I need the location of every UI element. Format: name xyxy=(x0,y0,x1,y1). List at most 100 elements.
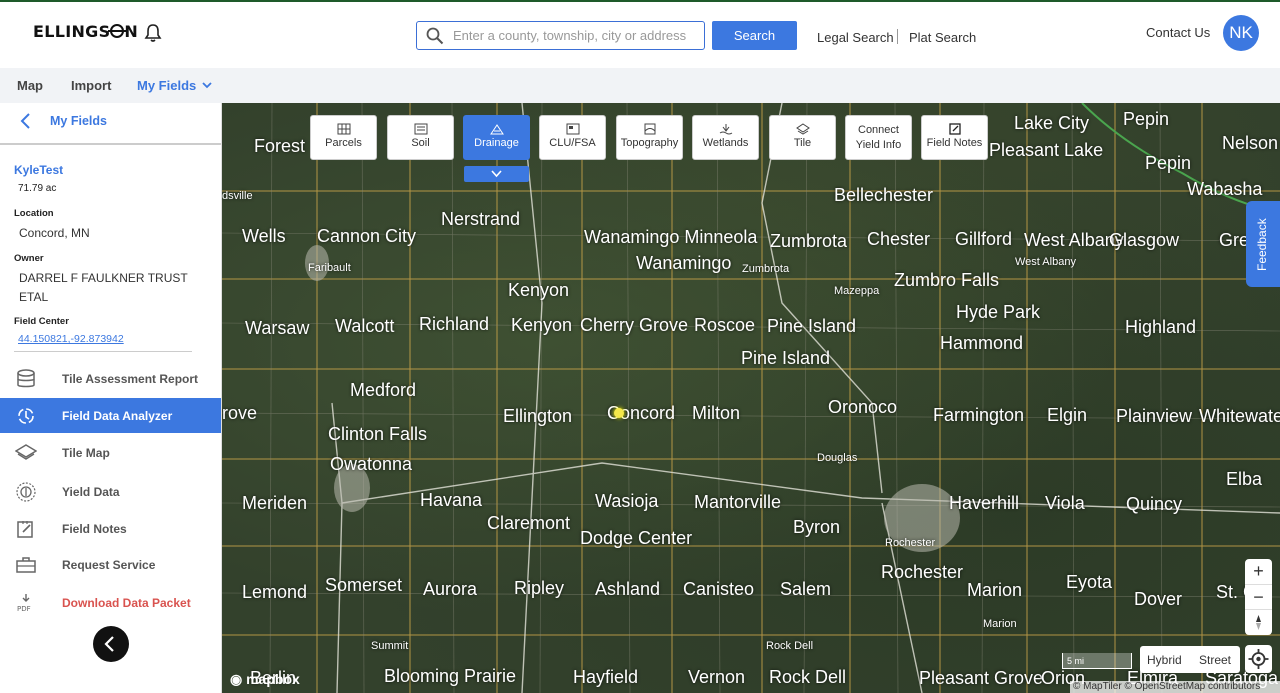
menu-tile-assessment-report[interactable]: Tile Assessment Report xyxy=(0,361,221,396)
compass-button[interactable] xyxy=(1245,609,1272,634)
map-label: Farmington xyxy=(933,405,1025,425)
map-label: Mantorville xyxy=(694,492,782,512)
sidebar-header: My Fields xyxy=(0,103,221,145)
map-label: Claremont xyxy=(487,513,571,533)
field-name[interactable]: KyleTest xyxy=(14,163,63,177)
grid-icon xyxy=(337,123,350,135)
user-avatar[interactable]: NK xyxy=(1223,15,1259,51)
zoom-controls: + − xyxy=(1245,559,1272,635)
legal-search-link[interactable]: Legal Search xyxy=(817,30,894,45)
map-label: Zumbrota xyxy=(742,263,790,275)
style-street-button[interactable]: Street xyxy=(1199,653,1231,667)
map-label: Byron xyxy=(793,517,841,537)
map-label: Kenyon xyxy=(508,280,570,300)
map-label: Nerstrand xyxy=(441,209,521,229)
mapbox-logo[interactable]: ◉ mapbox xyxy=(230,671,300,688)
layer-parcels-button[interactable]: Parcels xyxy=(310,115,377,160)
menu-label: Download Data Packet xyxy=(62,596,191,610)
plat-search-link[interactable]: Plat Search xyxy=(909,30,976,45)
map-label: Nelson xyxy=(1222,133,1279,153)
feedback-tab[interactable]: Feedback xyxy=(1246,201,1280,287)
search-input[interactable] xyxy=(453,22,698,48)
map-label: Marion xyxy=(967,580,1023,600)
map-canvas[interactable]: Forest Lake City Pepin Nelson Pleasant L… xyxy=(222,103,1280,693)
database-icon xyxy=(17,369,35,388)
map-label: Milton xyxy=(692,403,741,423)
connect-yield-info-button[interactable]: Connect Yield Info xyxy=(845,115,912,160)
menu-yield-data[interactable]: Yield Data xyxy=(0,474,221,509)
map-label: Roscoe xyxy=(694,315,756,335)
field-location-marker[interactable] xyxy=(614,408,624,418)
nav-import[interactable]: Import xyxy=(71,78,111,93)
search-box xyxy=(416,21,705,50)
contact-us-link[interactable]: Contact Us xyxy=(1146,25,1210,40)
map-style-toggle: Hybrid Street xyxy=(1140,646,1240,673)
map-label: Wanamingo Minneola xyxy=(584,227,758,247)
map-label: Pine Island xyxy=(767,316,857,336)
zoom-in-button[interactable]: + xyxy=(1245,559,1272,584)
yield-icon xyxy=(16,482,36,502)
map-label: Owatonna xyxy=(330,454,413,474)
map-label: Havana xyxy=(420,490,483,510)
map-label: Meriden xyxy=(242,493,308,513)
field-center-link[interactable]: 44.150821,-92.873942 xyxy=(18,333,124,345)
map-label: Cherry Grove xyxy=(580,315,689,335)
ellingson-logo[interactable]: ELLINGS N xyxy=(33,22,138,41)
layer-soil-button[interactable]: Soil xyxy=(387,115,454,160)
geolocate-button[interactable] xyxy=(1245,645,1272,673)
map-label: Medford xyxy=(350,380,417,400)
map-label: Vernon xyxy=(688,667,746,687)
clu-icon xyxy=(566,123,579,135)
map-label: Somerset xyxy=(325,575,403,595)
layer-tile-button[interactable]: Tile xyxy=(769,115,836,160)
map-label: Plainview xyxy=(1116,406,1193,426)
layer-drainage-button[interactable]: Drainage xyxy=(463,115,530,160)
note-edit-icon xyxy=(17,521,33,538)
map-label: Wells xyxy=(242,226,286,246)
map-label: Pleasant Lake xyxy=(989,140,1104,160)
map-label: Eyota xyxy=(1066,572,1113,592)
menu-tile-map[interactable]: Tile Map xyxy=(0,435,221,470)
map-label: Pleasant Grove xyxy=(919,668,1044,688)
bell-icon[interactable] xyxy=(144,23,162,43)
menu-label: Field Notes xyxy=(62,522,127,536)
map-label xyxy=(222,226,227,247)
map-label: Glasgow xyxy=(1109,230,1180,250)
menu-request-service[interactable]: Request Service xyxy=(0,547,221,582)
nav-my-fields[interactable]: My Fields xyxy=(137,78,196,93)
map-label: Blooming Prairie xyxy=(384,666,517,686)
connect-yield-label: Connect Yield Info xyxy=(855,124,902,151)
chevron-down-icon[interactable] xyxy=(201,79,213,91)
layer-clu-fsa-button[interactable]: CLU/FSA xyxy=(539,115,606,160)
map-label: Aurora xyxy=(423,579,478,599)
search-button[interactable]: Search xyxy=(712,21,797,50)
map-label: Clinton Falls xyxy=(328,424,428,444)
map-attribution[interactable]: © MapTiler © OpenStreetMap contributors xyxy=(1070,681,1280,693)
map-label: Mazeppa xyxy=(834,285,880,297)
zoom-out-button[interactable]: − xyxy=(1245,584,1272,609)
map-label: Pepin xyxy=(1123,109,1170,129)
location-label: Location xyxy=(14,208,54,219)
collapse-sidebar-button[interactable] xyxy=(93,626,129,662)
map-label: Elba xyxy=(1226,469,1263,489)
menu-download-data-packet[interactable]: PDF Download Data Packet xyxy=(0,585,221,620)
drainage-icon xyxy=(489,124,504,135)
compass-icon xyxy=(1256,615,1261,630)
sidebar: My Fields KyleTest 71.79 ac Location Con… xyxy=(0,103,222,693)
layer-topography-button[interactable]: Topography xyxy=(616,115,683,160)
menu-field-notes[interactable]: Field Notes xyxy=(0,511,221,546)
layer-field-notes-button[interactable]: Field Notes xyxy=(921,115,988,160)
nav-map[interactable]: Map xyxy=(17,78,43,93)
map-label: Canisteo xyxy=(683,579,755,599)
map-label: Douglas xyxy=(817,452,858,464)
map-label: Gre xyxy=(1219,230,1250,250)
style-hybrid-button[interactable]: Hybrid xyxy=(1147,653,1182,667)
back-chevron-icon[interactable] xyxy=(18,112,32,130)
map-label: Hyde Park xyxy=(956,302,1041,322)
owner-label: Owner xyxy=(14,253,44,264)
menu-field-data-analyzer[interactable]: Field Data Analyzer xyxy=(0,398,221,433)
layer-wetlands-button[interactable]: Wetlands xyxy=(692,115,759,160)
drainage-options-toggle[interactable] xyxy=(464,166,529,182)
chevron-down-icon xyxy=(491,170,502,178)
logo-o-mark xyxy=(108,24,127,38)
